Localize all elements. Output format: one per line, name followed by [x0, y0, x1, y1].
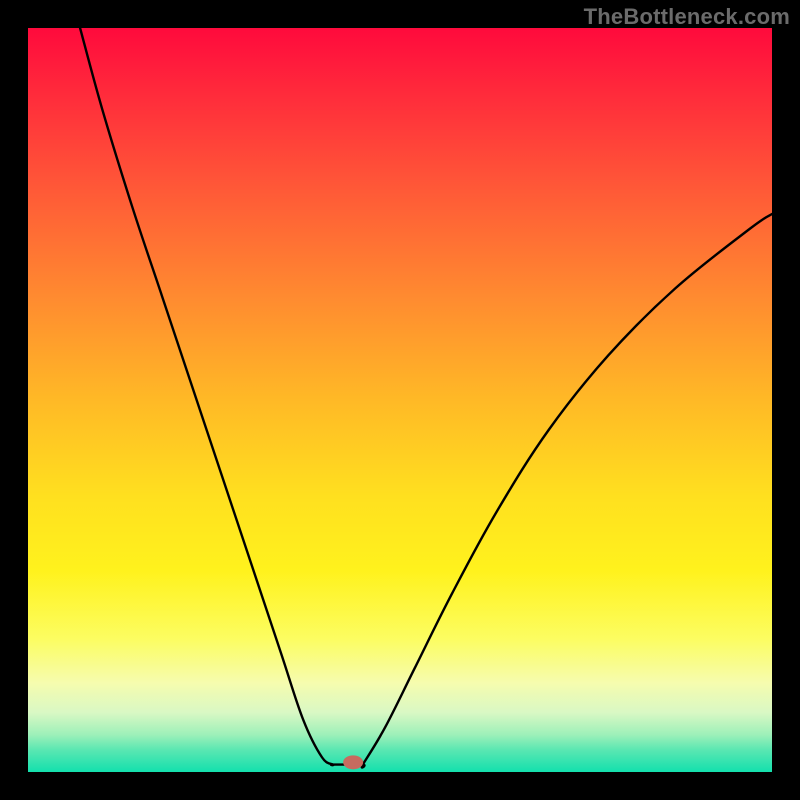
watermark-label: TheBottleneck.com — [584, 4, 790, 30]
plot-area — [28, 28, 772, 772]
curve-path — [80, 28, 772, 768]
chart-frame: TheBottleneck.com — [0, 0, 800, 800]
optimum-marker — [343, 755, 363, 769]
bottleneck-curve — [28, 28, 772, 772]
